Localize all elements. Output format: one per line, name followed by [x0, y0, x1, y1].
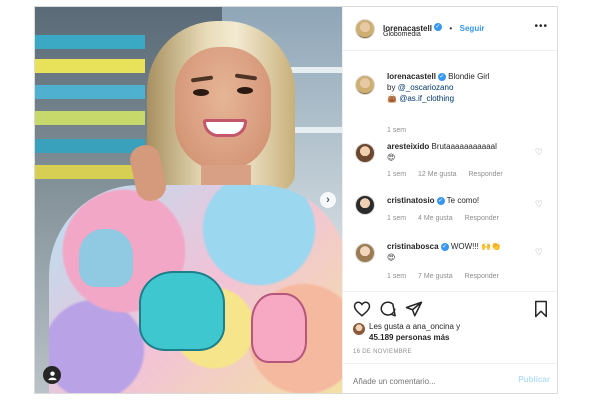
eye	[237, 87, 253, 94]
caption-username[interactable]: lorenacastell	[387, 72, 436, 81]
background-shelf	[35, 165, 145, 179]
comment-body: Te como!	[446, 196, 480, 205]
smile	[203, 119, 247, 137]
comment-body: Brutaaaaaaaaaaal	[431, 142, 497, 151]
face	[175, 47, 271, 171]
user-tag-icon-glyph	[47, 370, 57, 380]
verified-badge-icon: ✓	[436, 196, 445, 205]
post-date[interactable]: 16 DE NOVIEMBRE	[353, 349, 412, 355]
author-avatar[interactable]	[355, 75, 375, 95]
comments-list[interactable]: lorenacastell ✓ Blondie Girl by @_oscario…	[343, 59, 557, 291]
comment-likes[interactable]: 7 Me gusta	[418, 273, 453, 280]
verified-badge-icon: ✓	[440, 242, 449, 251]
add-comment-bar: Publicar	[343, 363, 557, 393]
commenter-avatar[interactable]	[355, 243, 375, 263]
caption: lorenacastell ✓ Blondie Girl by @_oscario…	[353, 71, 553, 134]
bookmark-icon[interactable]	[532, 300, 550, 318]
caption-text: lorenacastell ✓ Blondie Girl by @_oscario…	[387, 71, 527, 104]
comment-time[interactable]: 1 sem	[387, 273, 406, 280]
comment-likes[interactable]: 12 Me gusta	[418, 171, 457, 178]
commenter-avatar[interactable]	[355, 143, 375, 163]
caption-time[interactable]: 1 sem	[387, 127, 406, 134]
reply-button[interactable]: Responder	[469, 171, 503, 178]
comment-time[interactable]: 1 sem	[387, 215, 406, 222]
bear-print	[251, 293, 307, 363]
background-shelf	[35, 59, 145, 73]
reply-button[interactable]: Responder	[465, 215, 499, 222]
comment-emoji: 😍	[387, 153, 396, 162]
caption-body: Blondie Girl	[448, 72, 490, 81]
comment-text: cristinabosca ✓ WOW!!! 🙌👏 😍	[387, 241, 527, 263]
background-shelf	[35, 111, 145, 125]
liker-avatar[interactable]	[353, 323, 365, 335]
instagram-post-modal: › lorenacastell ✓ • Seguir Globomedia •••	[34, 6, 558, 394]
comment-icon[interactable]	[379, 300, 397, 318]
comment-body: WOW!!!	[450, 242, 479, 251]
post-photo[interactable]: ›	[35, 7, 342, 393]
likes-line-1[interactable]: Les gusta a ana_oncina y	[369, 322, 460, 331]
heart-icon[interactable]	[353, 300, 371, 318]
comment-text: aresteixido Brutaaaaaaaaaaal 😍	[387, 141, 527, 163]
caption-meta: 1 sem	[387, 127, 416, 134]
separator-dot: •	[449, 24, 453, 33]
chevron-right-icon[interactable]: ›	[320, 192, 336, 208]
comment-item: aresteixido Brutaaaaaaaaaaal 😍 ♡ 1 sem 1…	[353, 141, 553, 187]
comment-time[interactable]: 1 sem	[387, 171, 406, 178]
eye	[193, 89, 209, 96]
comment-username[interactable]: cristinabosca	[387, 242, 439, 251]
comment-emoji: 😍	[387, 253, 396, 262]
user-tag-icon[interactable]	[43, 366, 61, 384]
post-header: lorenacastell ✓ • Seguir Globomedia •••	[343, 7, 557, 51]
comment-meta: 1 sem 7 Me gusta Responder	[387, 273, 509, 280]
background-shelf	[35, 139, 145, 153]
reply-button[interactable]: Responder	[465, 273, 499, 280]
comment-emoji: 🙌👏	[481, 242, 501, 251]
comment-meta: 1 sem 4 Me gusta Responder	[387, 215, 509, 222]
comment-like-heart-icon[interactable]: ♡	[535, 147, 543, 158]
comment-like-heart-icon[interactable]: ♡	[535, 247, 543, 258]
author-avatar[interactable]	[355, 19, 375, 39]
likes-line-2[interactable]: 45.189 personas más	[369, 333, 450, 342]
post-location[interactable]: Globomedia	[383, 31, 421, 38]
bear-print	[139, 271, 225, 351]
caption-mention[interactable]: @_oscariozano	[398, 83, 454, 92]
more-options-icon[interactable]: •••	[534, 21, 548, 32]
caption-mention[interactable]: @as.if_clothing	[399, 94, 454, 103]
verified-badge-icon: ✓	[437, 72, 446, 81]
post-sidebar: lorenacastell ✓ • Seguir Globomedia ••• l…	[342, 7, 557, 393]
comment-meta: 1 sem 12 Me gusta Responder	[387, 171, 513, 178]
share-icon[interactable]	[405, 300, 423, 318]
follow-button[interactable]: Seguir	[460, 24, 485, 33]
commenter-avatar[interactable]	[355, 195, 375, 215]
comment-text: cristinatosio ✓ Te como!	[387, 195, 527, 206]
comment-item: cristinabosca ✓ WOW!!! 🙌👏 😍 ♡ 1 sem 7 Me …	[353, 241, 553, 287]
comment-like-heart-icon[interactable]: ♡	[535, 199, 543, 210]
caption-by: by	[387, 83, 396, 92]
verified-badge-icon: ✓	[433, 22, 442, 31]
publish-button[interactable]: Publicar	[518, 375, 550, 384]
comment-item: cristinatosio ✓ Te como! ♡ 1 sem 4 Me gus…	[353, 195, 553, 235]
comment-username[interactable]: aresteixido	[387, 142, 429, 151]
comment-likes[interactable]: 4 Me gusta	[418, 215, 453, 222]
bear-print	[79, 229, 133, 287]
action-bar	[343, 291, 557, 325]
likes-summary[interactable]: Les gusta a ana_oncina y 45.189 personas…	[369, 321, 460, 343]
bag-emoji: 👜	[387, 94, 397, 103]
background-shelf	[35, 85, 145, 99]
comment-input[interactable]	[353, 374, 503, 388]
background-shelf	[35, 35, 145, 49]
comment-username[interactable]: cristinatosio	[387, 196, 435, 205]
